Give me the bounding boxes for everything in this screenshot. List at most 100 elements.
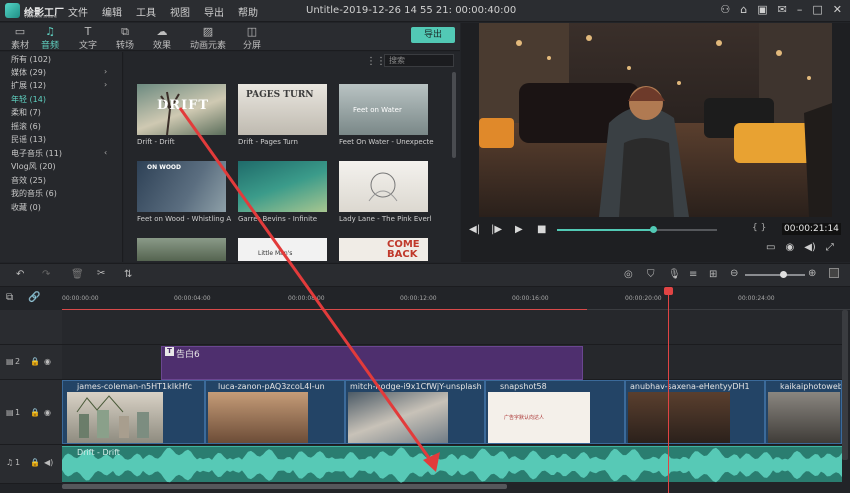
library-thumb[interactable]: Little Man's xyxy=(238,238,327,261)
playhead-handle[interactable] xyxy=(664,287,673,295)
menu-tools[interactable]: 工具 xyxy=(136,4,156,19)
voiceover-icon[interactable]: ≡ xyxy=(689,269,697,280)
category-item[interactable]: 民谣 (13) xyxy=(11,134,46,145)
library-thumb-pages-turn[interactable]: PAGES TURN xyxy=(238,84,327,135)
tab-elements[interactable]: ▨ 动画元素 xyxy=(186,25,230,51)
marker-icon[interactable]: ⛉ xyxy=(647,269,655,280)
snapshot-camera-icon[interactable]: ◉ xyxy=(785,242,794,253)
undo-icon[interactable]: ↶ xyxy=(16,269,24,280)
previous-frame-icon[interactable]: ◀| xyxy=(469,224,480,235)
speaker-icon[interactable]: ◀) xyxy=(44,458,53,467)
microphone-icon[interactable]: 🎙 xyxy=(668,269,681,280)
library-thumb-feet-on-water[interactable]: Feet on Water xyxy=(339,84,428,135)
mark-in-out-icon[interactable]: { } xyxy=(752,223,766,233)
zoom-slider[interactable] xyxy=(745,274,805,276)
display-icon[interactable]: ▭ xyxy=(766,242,775,253)
tab-effects[interactable]: ☁ 效果 xyxy=(142,25,182,51)
category-item[interactable]: 柔和 (7) xyxy=(11,107,41,118)
library-scrollbar[interactable] xyxy=(452,72,456,158)
category-item[interactable]: Vlog风 (20) xyxy=(11,161,56,172)
category-item[interactable]: 音效 (25) xyxy=(11,175,46,186)
zoom-out-icon[interactable]: ⊖ xyxy=(730,268,738,279)
redo-icon[interactable]: ↷ xyxy=(42,269,50,280)
save-icon[interactable]: ▣ xyxy=(757,3,767,16)
title-clip[interactable] xyxy=(161,346,583,380)
tab-audio[interactable]: ♫ 音频 xyxy=(30,25,70,51)
menu-file[interactable]: 文件 xyxy=(68,4,88,19)
tab-text[interactable]: T 文字 xyxy=(68,25,108,51)
render-icon[interactable]: ◎ xyxy=(624,269,633,280)
library-thumb-infinite[interactable] xyxy=(238,161,327,212)
cut-icon[interactable]: ✂ xyxy=(97,268,105,279)
tab-split-screen[interactable]: ◫ 分屏 xyxy=(232,25,272,51)
menu-view[interactable]: 视图 xyxy=(170,4,190,19)
video-clip[interactable]: mitch-hodge-i9x1CfWjY-unsplash xyxy=(345,380,485,444)
video-clip[interactable]: james-coleman-n5HT1kIkHfc xyxy=(62,380,205,444)
media-tabs: ▭ 素材 ♫ 音频 T 文字 ⧉ 转场 ☁ 效果 ▨ 动画元素 ◫ 分屏 xyxy=(0,23,460,51)
eye-icon[interactable]: ◉ xyxy=(44,408,51,417)
menu-help[interactable]: 帮助 xyxy=(238,4,258,19)
video-clip[interactable]: luca-zanon-pAQ3zcoL4I-un xyxy=(205,380,345,444)
category-item[interactable]: 我的音乐 (6) xyxy=(11,188,57,199)
add-track-icon[interactable]: ⧉ xyxy=(6,292,13,303)
preview-progress-handle[interactable] xyxy=(650,226,657,233)
eye-icon[interactable]: ◉ xyxy=(44,357,51,366)
category-item[interactable]: 所有 (102) xyxy=(11,54,51,65)
category-item[interactable]: 收藏 (0) xyxy=(11,202,41,213)
clip-thumbnail xyxy=(768,392,840,443)
tab-transition[interactable]: ⧉ 转场 xyxy=(105,25,145,51)
preview-progress-fill xyxy=(557,229,653,231)
library-thumb[interactable]: COME BACK xyxy=(339,238,428,261)
library-caption: Garret Bevins - Infinite xyxy=(238,215,318,223)
next-frame-icon[interactable]: |▶ xyxy=(491,224,502,235)
search-input[interactable]: 搜索 xyxy=(384,54,454,67)
mail-icon[interactable]: ✉ xyxy=(778,3,787,16)
link-icon[interactable]: 🔗 xyxy=(28,292,40,303)
zoom-in-icon[interactable]: ⊕ xyxy=(808,268,816,279)
timeline-horizontal-scrollbar[interactable] xyxy=(62,484,507,489)
maximize-icon[interactable]: □ xyxy=(812,3,822,16)
track-number: 1 xyxy=(15,458,21,467)
library-thumb-feet-on-wood[interactable]: ON WOOD xyxy=(137,161,226,212)
chevron-right-icon[interactable]: › xyxy=(104,80,107,89)
fit-timeline-icon[interactable] xyxy=(829,268,839,278)
fullscreen-icon[interactable]: ⤢ xyxy=(826,242,834,253)
text-icon: T xyxy=(84,25,92,38)
menu-edit[interactable]: 编辑 xyxy=(102,4,122,19)
library-thumb-pink-everl[interactable] xyxy=(339,161,428,212)
vases-image xyxy=(76,395,149,438)
category-item[interactable]: 扩展 (12) xyxy=(11,80,46,91)
lock-icon[interactable]: 🔒 xyxy=(30,357,40,366)
category-item[interactable]: 摇滚 (6) xyxy=(11,121,41,132)
adjust-icon[interactable]: ⇅ xyxy=(124,269,132,280)
timeline-vertical-scrollbar[interactable] xyxy=(842,310,848,460)
lock-icon[interactable]: 🔒 xyxy=(30,458,40,467)
preview-tools: ▭ ◉ ◀) ⤢ xyxy=(766,242,834,253)
play-icon[interactable]: ▶ xyxy=(515,224,523,235)
snap-icon[interactable]: ⊞ xyxy=(709,269,717,280)
category-item[interactable]: 电子音乐 (11) xyxy=(11,148,62,159)
account-icon[interactable]: ⚇ xyxy=(720,3,730,16)
chevron-left-icon[interactable]: ‹ xyxy=(104,148,107,157)
stop-icon[interactable]: ■ xyxy=(537,224,546,235)
grid-view-icon[interactable]: ⋮⋮ xyxy=(366,56,386,67)
library-thumb-drift[interactable]: DRIFT xyxy=(137,84,226,136)
delete-icon[interactable]: 🗑 xyxy=(71,269,84,280)
volume-icon[interactable]: ◀) xyxy=(804,242,816,253)
lock-icon[interactable]: 🔒 xyxy=(30,408,40,417)
video-clip[interactable]: anubhav-saxena-eHentyyDH1 xyxy=(625,380,765,444)
export-button[interactable]: 导出 xyxy=(411,27,455,43)
chevron-right-icon[interactable]: › xyxy=(104,67,107,76)
close-icon[interactable]: ✕ xyxy=(833,3,842,16)
video-clip[interactable]: kaikaiphotoweb xyxy=(765,380,842,444)
playhead-line[interactable] xyxy=(668,288,669,493)
audio-clip[interactable] xyxy=(62,446,842,483)
zoom-slider-handle[interactable] xyxy=(780,271,787,278)
minimize-icon[interactable]: – xyxy=(797,3,803,16)
category-item-selected[interactable]: 年轻 (14) xyxy=(11,94,46,105)
video-clip[interactable]: snapshot58 广告字默认向达人 xyxy=(485,380,625,444)
store-icon[interactable]: ⌂ xyxy=(740,3,747,16)
menu-export[interactable]: 导出 xyxy=(204,4,224,19)
library-thumb[interactable] xyxy=(137,238,226,261)
category-item[interactable]: 媒体 (29) xyxy=(11,67,46,78)
